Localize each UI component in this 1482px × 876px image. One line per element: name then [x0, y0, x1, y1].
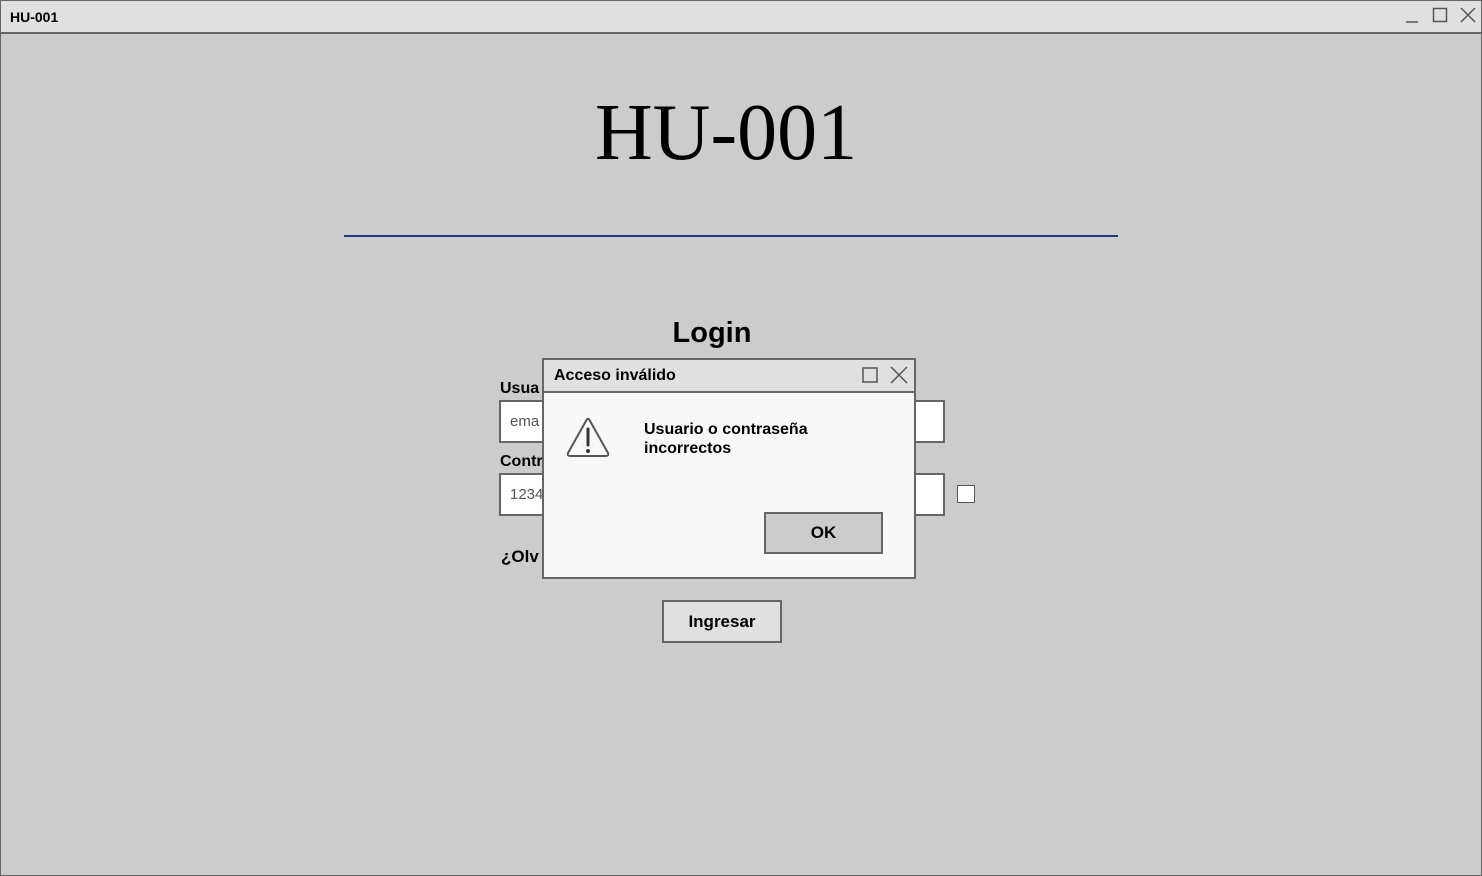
username-label: Usua	[500, 380, 540, 397]
window-title: HU-001	[10, 9, 59, 25]
warning-icon	[566, 415, 610, 464]
error-dialog: Acceso inválido Usuario o contraseña inc…	[542, 358, 916, 579]
ingresar-button[interactable]: Ingresar	[662, 600, 782, 643]
dialog-titlebar: Acceso inválido	[544, 360, 914, 393]
dialog-title: Acceso inválido	[554, 367, 676, 384]
dialog-maximize-icon[interactable]	[861, 366, 879, 389]
password-label: Contr	[500, 453, 543, 470]
dialog-close-icon[interactable]	[889, 365, 909, 390]
password-value: 1234	[510, 486, 544, 503]
page-heading: HU-001	[594, 89, 858, 177]
dialog-message: Usuario o contraseña incorrectos	[644, 421, 808, 457]
show-password-checkbox[interactable]	[957, 485, 975, 503]
forgot-password-link[interactable]: ¿Olv	[501, 547, 539, 567]
login-title: Login	[672, 317, 752, 349]
ok-button[interactable]: OK	[764, 512, 883, 554]
maximize-icon[interactable]	[1431, 7, 1449, 25]
minimize-icon[interactable]	[1403, 7, 1421, 25]
window-titlebar: HU-001	[1, 1, 1481, 34]
username-value: ema	[510, 413, 540, 430]
heading-divider	[344, 235, 1118, 237]
app-window: HU-001 HU-001 Login Usua ema Contr 1234 …	[0, 0, 1482, 876]
close-icon[interactable]	[1459, 7, 1477, 25]
